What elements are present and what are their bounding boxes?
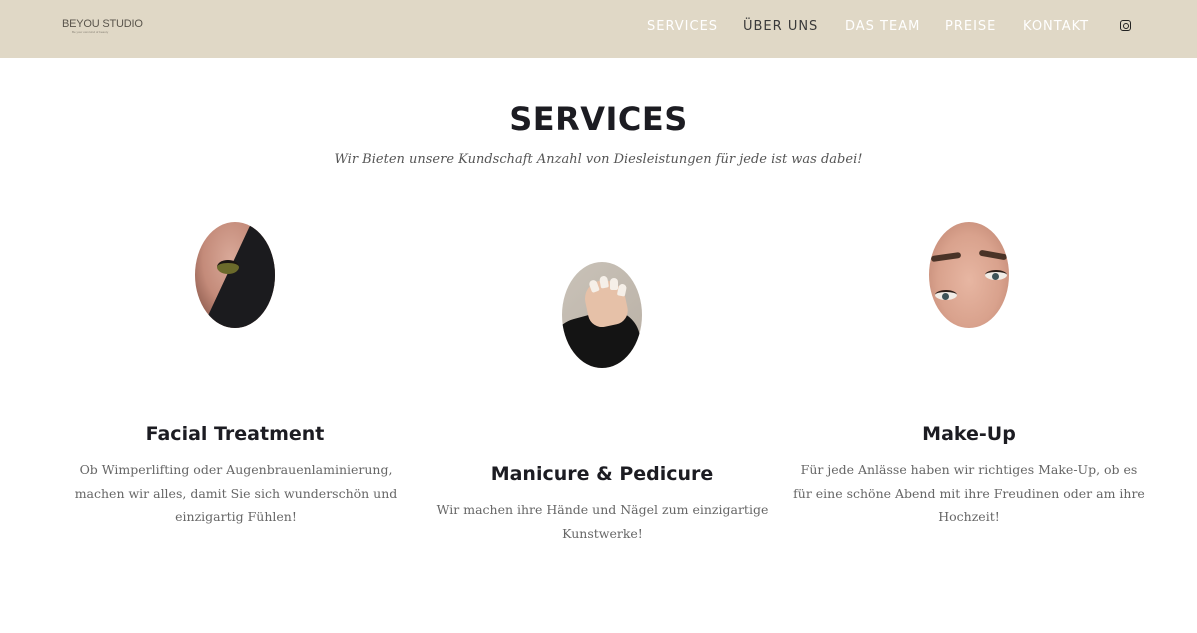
nav-services[interactable]: SERVICES — [647, 19, 718, 35]
logo-text: BEYOU STUDIO — [62, 18, 143, 30]
nav-ueber-uns[interactable]: ÜBER UNS — [743, 19, 818, 35]
manicure-photo — [562, 262, 642, 368]
card-title-make-up: Make-Up — [922, 423, 1016, 445]
card-title-facial-treatment: Facial Treatment — [145, 423, 325, 445]
nav-kontakt[interactable]: KONTAKT — [1023, 19, 1089, 35]
logo[interactable]: BEYOU STUDIO Be your own kind of beauty — [62, 18, 143, 38]
card-text-facial-treatment: Ob Wimperlifting oder Augenbrauenlaminie… — [74, 462, 398, 524]
section-subtitle: Wir Bieten unsere Kundschaft Anzahl von … — [334, 152, 863, 167]
card-text-make-up: Für jede Anlässe haben wir richtiges Mak… — [793, 462, 1145, 524]
nav-preise[interactable]: PREISE — [945, 19, 996, 35]
section-title: SERVICES — [509, 100, 688, 138]
logo-tagline: Be your own kind of beauty — [72, 30, 109, 34]
card-title-manicure-pedicure: Manicure & Pedicure — [490, 463, 714, 485]
nav-das-team[interactable]: DAS TEAM — [845, 19, 920, 35]
eyelash-photo — [195, 222, 275, 328]
makeup-photo — [929, 222, 1009, 328]
site-header: BEYOU STUDIO Be your own kind of beauty … — [0, 0, 1197, 58]
instagram-icon[interactable] — [1120, 20, 1131, 31]
card-text-manicure-pedicure: Wir machen ihre Hände und Nägel zum einz… — [436, 502, 769, 541]
